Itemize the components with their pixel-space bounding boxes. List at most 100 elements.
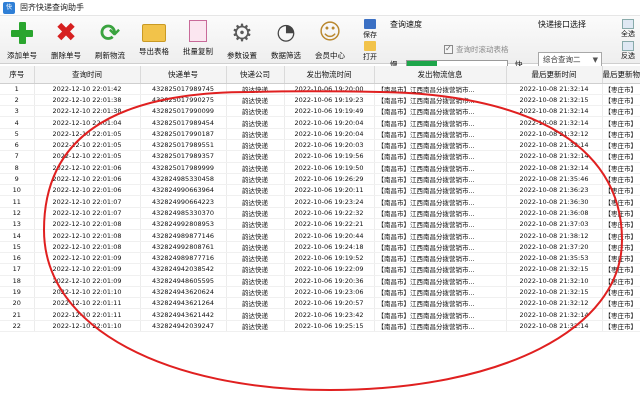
member-center-button[interactable]: ☺ 会员中心 bbox=[308, 18, 352, 62]
table-cell: 432825017989357 bbox=[140, 150, 227, 163]
table-row[interactable]: 3 2022-12-10 22:01:38 432825017990099 韵达快递 2… bbox=[0, 105, 640, 118]
table-cell: 韵达快递 bbox=[226, 275, 285, 287]
table-cell: 2022-10-06 19:23:24 bbox=[284, 195, 375, 208]
table-row[interactable]: 2 2022-12-10 22:01:38 432825017990275 韵达快递 2… bbox=[0, 94, 640, 107]
table-row[interactable]: 16 2022-12-10 22:01:09 432824989877716 韵达快递… bbox=[0, 252, 640, 265]
auto-scroll-checkbox[interactable]: 查询时滚动表格 bbox=[444, 44, 509, 55]
table-cell: 16 bbox=[0, 252, 35, 265]
column-header[interactable]: 最后更新时间 bbox=[506, 66, 603, 84]
table-cell: 2022-12-10 22:01:38 bbox=[34, 94, 141, 107]
table-cell: 【南昌市】江西南昌分拨营销市... bbox=[374, 320, 507, 333]
table-row[interactable]: 21 2022-12-10 22:01:11 432824943621442 韵达快递… bbox=[0, 308, 640, 321]
table-cell: 2022-10-06 19:20:44 bbox=[284, 229, 375, 242]
table-cell: 【南昌市】江西南昌分拨营销市... bbox=[374, 286, 507, 299]
table-cell: 11 bbox=[0, 195, 35, 208]
table-cell: 韵达快递 bbox=[226, 297, 285, 310]
table-row[interactable]: 5 2022-12-10 22:01:05 432825017990187 韵达快递 2… bbox=[0, 128, 640, 140]
table-cell: 【枣庄市】 bbox=[602, 263, 640, 276]
table-cell: 【枣庄市】 bbox=[602, 195, 640, 208]
table-cell: 432824989877146 bbox=[140, 229, 227, 242]
gear-icon: ⚙ bbox=[231, 19, 253, 47]
add-tracking-button[interactable]: 添加单号 bbox=[0, 18, 44, 62]
table-cell: 韵达快递 bbox=[226, 162, 285, 174]
delete-tracking-button[interactable]: ✖ 删除单号 bbox=[44, 18, 88, 62]
save-icon bbox=[364, 19, 376, 29]
select-all-button[interactable]: 全选 bbox=[616, 19, 640, 41]
table-cell: 432824992808953 bbox=[140, 218, 227, 231]
column-header[interactable]: 最后更新物 bbox=[602, 66, 640, 84]
table-cell: 韵达快递 bbox=[226, 94, 285, 107]
table-cell: 【南昌市】江西南昌分拨营销市... bbox=[374, 297, 507, 310]
table-row[interactable]: 4 2022-12-10 22:01:04 432825017989454 韵达快递 2… bbox=[0, 116, 640, 129]
save-button[interactable]: 保存 bbox=[358, 18, 382, 40]
table-cell: 【南昌市】江西南昌分拨营销市... bbox=[374, 116, 507, 129]
table-cell: 【南昌市】江西南昌分拨营销市... bbox=[374, 241, 507, 253]
table-row[interactable]: 22 2022-12-10 22:01:10 432824942039247 韵达快递… bbox=[0, 320, 640, 333]
table-row[interactable]: 17 2022-12-10 22:01:09 432824942038542 韵达快递… bbox=[0, 263, 640, 276]
invert-select-button[interactable]: 反选 bbox=[616, 41, 640, 63]
table-cell: 【枣庄市】 bbox=[602, 184, 640, 197]
table-cell: 3 bbox=[0, 105, 35, 118]
batch-copy-button[interactable]: 批量复制 bbox=[176, 18, 220, 62]
user-icon: ☺ bbox=[318, 20, 342, 45]
table-cell: 韵达快递 bbox=[226, 241, 285, 253]
table-row[interactable]: 13 2022-12-10 22:01:08 432824992808953 韵达快递… bbox=[0, 218, 640, 231]
refresh-icon: ⟳ bbox=[99, 19, 121, 47]
table-row[interactable]: 19 2022-12-10 22:01:10 432824943620624 韵达快递… bbox=[0, 286, 640, 299]
data-filter-button[interactable]: ◔ 数据筛选 bbox=[264, 18, 308, 62]
column-header[interactable]: 查询时间 bbox=[34, 66, 141, 84]
table-cell: 【枣庄市】 bbox=[602, 229, 640, 242]
table-cell: 【南昌市】江西南昌分拨营销市... bbox=[374, 162, 507, 174]
column-header[interactable]: 序号 bbox=[0, 66, 35, 84]
table-cell: 2022-10-06 19:20:11 bbox=[284, 184, 375, 197]
refresh-logistics-button[interactable]: ⟳ 刷新物流 bbox=[88, 18, 132, 62]
table-cell: 【南昌市】江西南昌分拨营销市... bbox=[374, 195, 507, 208]
export-table-button[interactable]: 导出表格 bbox=[132, 18, 176, 62]
table-cell: 韵达快递 bbox=[226, 150, 285, 163]
delete-icon: ✖ bbox=[55, 18, 77, 48]
table-row[interactable]: 20 2022-12-10 22:01:11 432824943621264 韵达快递… bbox=[0, 297, 640, 310]
column-header[interactable]: 快递公司 bbox=[226, 66, 285, 84]
table-row[interactable]: 14 2022-12-10 22:01:08 432824989877146 韵达快递… bbox=[0, 229, 640, 242]
table-row[interactable]: 11 2022-12-10 22:01:07 432824990664223 韵达快递… bbox=[0, 195, 640, 208]
table-row[interactable]: 6 2022-12-10 22:01:05 432825017989551 韵达快递 2… bbox=[0, 139, 640, 152]
table-row[interactable]: 18 2022-12-10 22:01:09 432824948605595 韵达快递… bbox=[0, 275, 640, 287]
table-cell: 2022-10-08 21:32:12 bbox=[506, 128, 603, 140]
table-cell: 15 bbox=[0, 241, 35, 253]
table-cell: 432824990664223 bbox=[140, 195, 227, 208]
table-cell: 2022-12-10 22:01:05 bbox=[34, 150, 141, 163]
interface-selected-value: 综合查询二 bbox=[543, 55, 581, 64]
column-header[interactable]: 发出物流信息 bbox=[374, 66, 507, 84]
table-cell: 21 bbox=[0, 308, 35, 321]
table-cell: 2022-12-10 22:01:09 bbox=[34, 252, 141, 265]
table-cell: 19 bbox=[0, 286, 35, 299]
table-cell: 7 bbox=[0, 150, 35, 163]
table-cell: 【南昌市】江西南昌分拨营销市... bbox=[374, 139, 507, 152]
table-cell: 韵达快递 bbox=[226, 128, 285, 140]
table-row[interactable]: 1 2022-12-10 22:01:42 432825017989745 韵达快递 2… bbox=[0, 83, 640, 95]
table-row[interactable]: 8 2022-12-10 22:01:06 432825017989999 韵达快递 2… bbox=[0, 162, 640, 174]
table-cell: 2022-10-08 21:36:30 bbox=[506, 195, 603, 208]
table-cell: 2022-12-10 22:01:10 bbox=[34, 286, 141, 299]
chevron-down-icon: ▼ bbox=[592, 56, 598, 64]
table-cell: 2022-10-08 21:32:14 bbox=[506, 116, 603, 129]
table-row[interactable]: 12 2022-12-10 22:01:07 432824985330370 韵达快递… bbox=[0, 207, 640, 220]
column-header[interactable]: 快递单号 bbox=[140, 66, 227, 84]
add-tracking-label: 添加单号 bbox=[7, 51, 37, 60]
table-cell: 2022-12-10 22:01:07 bbox=[34, 195, 141, 208]
table-cell: 2022-10-08 21:36:08 bbox=[506, 207, 603, 220]
table-cell: 【枣庄市】 bbox=[602, 320, 640, 333]
settings-button[interactable]: ⚙ 参数设置 bbox=[220, 18, 264, 62]
table-cell: 2022-10-06 19:20:03 bbox=[284, 139, 375, 152]
table-cell: 2022-10-08 21:32:14 bbox=[506, 308, 603, 321]
add-icon bbox=[9, 20, 35, 46]
column-header[interactable]: 发出物流时间 bbox=[284, 66, 375, 84]
table-row[interactable]: 15 2022-12-10 22:01:08 432824992808761 韵达快递… bbox=[0, 241, 640, 253]
open-button[interactable]: 打开 bbox=[358, 40, 382, 62]
table-row[interactable]: 9 2022-12-10 22:01:06 432824985330458 韵达快递 2… bbox=[0, 173, 640, 186]
table-cell: 【枣庄市】 bbox=[602, 218, 640, 231]
table-cell: 432824948605595 bbox=[140, 275, 227, 287]
table-row[interactable]: 10 2022-12-10 22:01:06 432824990663964 韵达快递… bbox=[0, 184, 640, 197]
table-row[interactable]: 7 2022-12-10 22:01:05 432825017989357 韵达快递 2… bbox=[0, 150, 640, 163]
table-cell: 2022-10-08 21:32:15 bbox=[506, 94, 603, 107]
